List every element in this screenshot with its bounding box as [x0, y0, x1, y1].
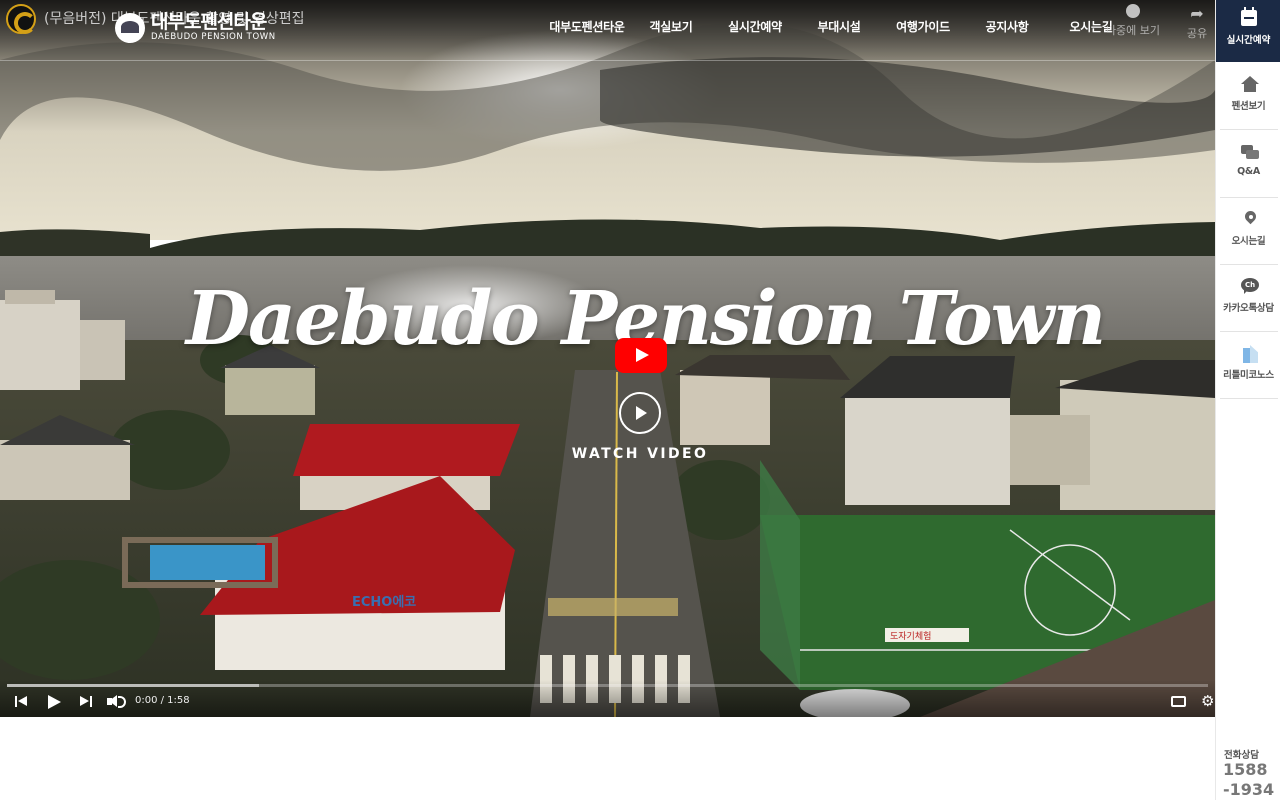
quick-reservation-label: 실시간예약 [1226, 35, 1271, 46]
nav-item-about[interactable]: 대부도펜션타운 [545, 18, 629, 35]
phone-number-line1: 1588 [1223, 760, 1268, 779]
quick-item-label: Q&A [1237, 166, 1260, 177]
hero-script-title: Daebudo Pension Town [185, 276, 1106, 362]
watch-video-play-icon[interactable] [619, 392, 661, 434]
next-icon[interactable] [80, 694, 94, 710]
volume-icon[interactable] [107, 694, 127, 710]
quick-menu: 실시간예약 펜션보기 Q&A 오시는길 카카오톡상담 리틀미코노스 전화상담 1… [1215, 0, 1280, 800]
share-button[interactable]: ➦ 공유 [1180, 4, 1214, 41]
nav-item-notice[interactable]: 공지사항 [965, 18, 1049, 35]
share-icon: ➦ [1190, 4, 1204, 23]
previous-icon[interactable] [15, 694, 29, 710]
site-header: 대부도펜션타운 DAEBUDO PENSION TOWN 대부도펜션타운 객실보… [0, 0, 1215, 61]
calendar-icon [1241, 7, 1257, 26]
quick-item-pension[interactable]: 펜션보기 [1220, 62, 1278, 130]
time-display: 0:00 / 1:58 [135, 695, 190, 706]
quick-item-qa[interactable]: Q&A [1220, 130, 1278, 198]
watch-later-button[interactable]: 나중에 보기 [1103, 4, 1163, 38]
player-controls: 0:00 / 1:58 ⚙ [0, 680, 1215, 717]
settings-icon[interactable]: ⚙ [1201, 694, 1215, 710]
play-icon[interactable] [48, 694, 62, 710]
banner-sign: 도자기체험 [890, 631, 931, 642]
quick-item-directions[interactable]: 오시는길 [1220, 197, 1278, 265]
phone-number-line2: -1934 [1223, 780, 1275, 799]
pin-icon [1241, 211, 1259, 229]
watch-later-label: 나중에 보기 [1105, 24, 1161, 37]
quick-item-label: 리틀미코노스 [1223, 370, 1274, 381]
quick-item-label: 카카오톡상담 [1223, 303, 1274, 314]
nav-item-rooms[interactable]: 객실보기 [629, 18, 713, 35]
clock-icon [1126, 4, 1140, 18]
quick-item-little-mykonos[interactable]: 리틀미코노스 [1220, 331, 1278, 399]
logo-title: 대부도펜션타운 [151, 11, 267, 33]
kakao-icon [1241, 278, 1259, 296]
watch-video-label[interactable]: WATCH VIDEO [540, 446, 740, 462]
quick-item-label: 펜션보기 [1231, 101, 1266, 112]
progress-bar[interactable] [7, 684, 1208, 687]
nav-item-facilities[interactable]: 부대시설 [797, 18, 881, 35]
quick-reservation-button[interactable]: 실시간예약 [1216, 0, 1280, 62]
quick-item-label: 오시는길 [1231, 236, 1266, 247]
echo-sign: ECHO에코 [352, 594, 416, 610]
nav-item-travel-guide[interactable]: 여행가이드 [881, 18, 965, 35]
logo-mark-icon [115, 12, 145, 43]
home-icon [1241, 76, 1259, 94]
video-player[interactable]: 도자기체험 ECHO에코 (무음버전) 대부도펜션타운 촬영 및 영상편집 대부… [0, 0, 1215, 717]
subtitles-icon[interactable] [1171, 696, 1186, 707]
quick-item-kakao[interactable]: 카카오톡상담 [1220, 264, 1278, 332]
little-mykonos-icon [1241, 345, 1259, 363]
youtube-play-button[interactable] [615, 338, 667, 373]
progress-buffered [7, 684, 260, 687]
share-label: 공유 [1186, 27, 1208, 40]
logo-subtitle: DAEBUDO PENSION TOWN [151, 32, 276, 42]
qa-icon [1241, 144, 1259, 162]
phone-number[interactable]: 1588 -1934 [1223, 760, 1274, 800]
nav-item-reservation[interactable]: 실시간예약 [713, 18, 797, 35]
main-nav: 대부도펜션타운 객실보기 실시간예약 부대시설 여행가이드 공지사항 오시는길 [545, 18, 1133, 35]
phone-label: 전화상담 [1224, 750, 1259, 761]
site-logo[interactable]: 대부도펜션타운 DAEBUDO PENSION TOWN [115, 12, 276, 43]
